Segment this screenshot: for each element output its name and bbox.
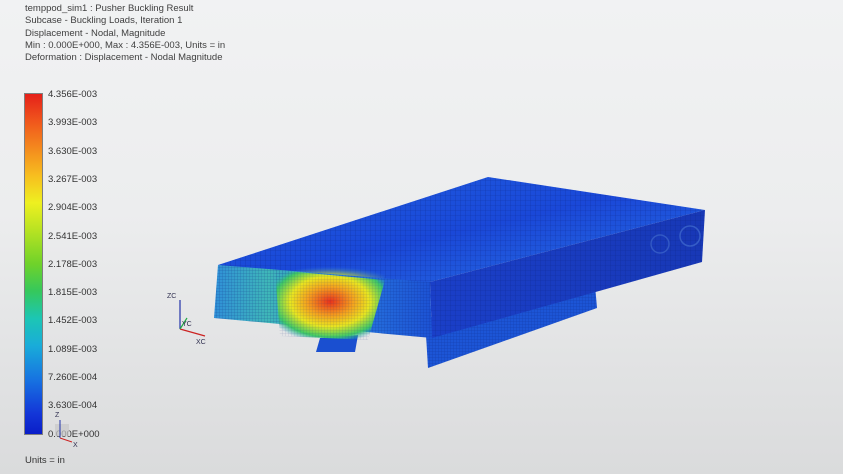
y-axis-label: YC xyxy=(182,321,192,328)
mini-triad: Z X xyxy=(55,412,78,449)
x-axis-line xyxy=(179,328,206,337)
x-axis-label: XC xyxy=(196,339,206,346)
units-label: Units = in xyxy=(25,455,65,466)
z-axis-label: ZC xyxy=(167,293,176,300)
mini-z-label: Z xyxy=(55,412,60,419)
mini-x-label: X xyxy=(73,442,78,449)
model-viewport[interactable]: ZC YC XC Z X xyxy=(0,0,843,474)
coordinate-triad[interactable]: ZC YC XC xyxy=(167,293,206,346)
